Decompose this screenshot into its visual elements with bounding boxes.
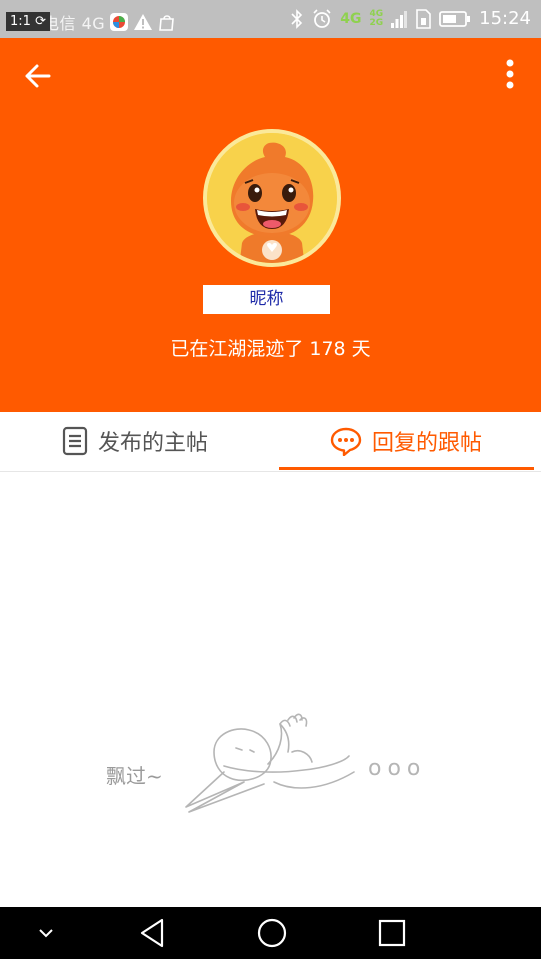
empty-state-illustration: 飘过~ ooo	[106, 712, 436, 827]
battery-icon	[439, 10, 471, 27]
network-stack: 4G 2G	[369, 9, 384, 28]
tab-posts[interactable]: 发布的主帖	[0, 412, 270, 470]
nav-back-button[interactable]	[138, 917, 166, 949]
back-button[interactable]	[22, 60, 54, 92]
tab-posts-label: 发布的主帖	[97, 431, 208, 456]
flying-character-icon	[185, 713, 355, 813]
rotation-indicator: 1:1 ⟳	[6, 12, 50, 31]
network-4g-label: 4G	[340, 10, 362, 27]
document-icon	[62, 426, 88, 456]
network-2g-label: 2G	[369, 17, 384, 28]
tab-active-indicator	[279, 467, 534, 470]
back-triangle-icon	[140, 918, 164, 948]
replies-list-empty: 飘过~ ooo	[0, 472, 541, 907]
tab-replies[interactable]: 回复的跟帖	[271, 412, 541, 470]
bag-icon	[159, 15, 175, 31]
empty-state-caption: 飘过~	[106, 764, 163, 788]
status-bar: 中国电信 4G 1:1 ⟳ 4G 4G 2G 15:24	[0, 0, 541, 38]
status-right: 4G 4G 2G 15:24	[290, 8, 531, 29]
home-circle-icon	[257, 918, 287, 948]
alarm-icon	[313, 8, 331, 28]
clock: 15:24	[479, 8, 531, 29]
tab-replies-label: 回复的跟帖	[371, 431, 482, 456]
profile-header: 昵称 已在江湖混迹了 178 天	[0, 38, 541, 412]
empty-state-dots: ooo	[368, 756, 427, 781]
membership-days-text: 已在江湖混迹了 178 天	[170, 338, 371, 360]
chevron-down-icon	[39, 929, 53, 938]
more-options-button[interactable]	[501, 58, 519, 92]
rotation-label: 1:1	[10, 14, 31, 29]
nickname-field: 昵称	[203, 285, 330, 314]
chat-bubble-icon	[330, 427, 362, 456]
warning-icon	[134, 14, 153, 30]
signal-icon	[391, 10, 408, 28]
tab-bar: 发布的主帖 回复的跟帖	[0, 412, 541, 472]
rotate-icon: ⟳	[35, 14, 46, 29]
more-vertical-icon	[506, 59, 514, 89]
nav-collapse-button[interactable]	[34, 923, 58, 955]
avatar[interactable]	[203, 129, 341, 267]
recents-square-icon	[378, 919, 406, 947]
system-nav-bar	[0, 907, 541, 959]
mascot-avatar	[207, 133, 337, 263]
nav-recents-button[interactable]	[377, 917, 407, 949]
arrow-left-icon	[25, 64, 51, 88]
sim-icon	[416, 8, 431, 29]
bluetooth-icon	[291, 8, 303, 29]
nav-home-button[interactable]	[256, 917, 288, 949]
app-icon	[110, 13, 129, 31]
